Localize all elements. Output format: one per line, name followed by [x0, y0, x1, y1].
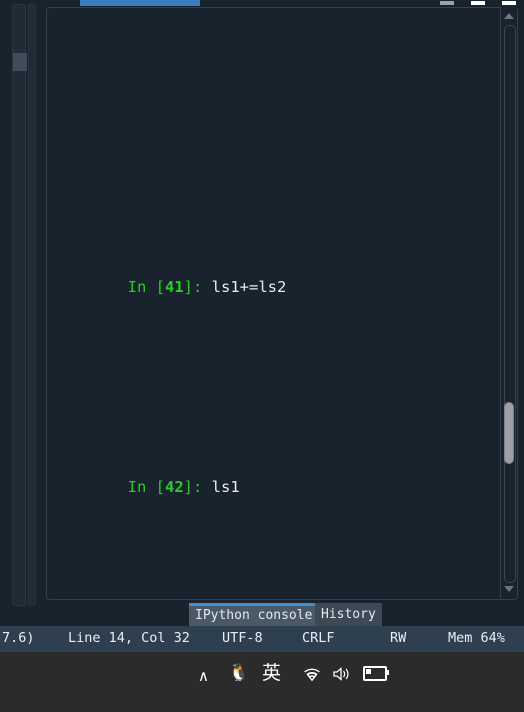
console-line-clipped-top: untitled1.py', wdir='C:/Users/注册'	[53, 88, 493, 97]
status-bar: 7.6) Line 14, Col 32 UTF-8 CRLF RW Mem 6…	[0, 626, 524, 652]
in-prompt-number: 41	[164, 278, 184, 296]
in-prompt-number: 42	[164, 478, 184, 496]
in-code: ls1	[211, 478, 240, 496]
wifi-icon[interactable]	[302, 666, 322, 687]
show-hidden-icons-icon[interactable]: ∧	[198, 666, 209, 686]
tab-ipython-console[interactable]: IPython console	[189, 603, 319, 626]
out-prompt-suffix: ]:	[184, 598, 212, 599]
console-line-in-42: In [42]: ls1	[53, 457, 493, 517]
editor-tab-accent[interactable]	[80, 0, 200, 6]
status-eol[interactable]: CRLF	[302, 630, 335, 646]
in-code: ls1+=ls2	[211, 278, 287, 296]
out-value: [1, 2, 3, 4, 5, 6, 7, 8, 9, 10]	[53, 598, 483, 599]
close-button[interactable]	[502, 1, 516, 5]
battery-glyph	[363, 666, 389, 681]
collapsed-pane-inner[interactable]	[28, 4, 36, 606]
status-permission: RW	[390, 630, 407, 646]
spyder-window: untitled1.py', wdir='C:/Users/注册' In [41…	[0, 0, 524, 712]
maximize-button[interactable]	[471, 1, 485, 5]
scroll-up-icon[interactable]	[504, 13, 514, 19]
collapsed-pane-outer[interactable]	[12, 4, 27, 606]
pane-splitter-handle[interactable]	[13, 53, 27, 71]
scrollbar-thumb[interactable]	[504, 402, 514, 464]
tab-history[interactable]: History	[315, 603, 382, 626]
in-prompt: In [	[127, 478, 165, 496]
battery-icon[interactable]	[363, 666, 389, 686]
out-prompt-number: 42	[165, 598, 184, 599]
scroll-down-icon[interactable]	[504, 586, 514, 592]
window-controls	[0, 0, 524, 7]
minimize-button[interactable]	[440, 1, 454, 5]
wifi-glyph	[304, 668, 320, 682]
scrollbar-track[interactable]	[504, 25, 516, 583]
in-prompt: In [	[127, 278, 165, 296]
console-tabbar: IPython console History	[0, 603, 524, 626]
status-version: 7.6)	[2, 630, 35, 646]
left-pane-gutter	[0, 0, 42, 626]
volume-icon[interactable]	[332, 666, 352, 687]
status-memory: Mem 64%	[448, 630, 505, 646]
qq-icon[interactable]: 🐧	[228, 663, 249, 683]
status-cursor[interactable]: Line 14, Col 32	[68, 630, 190, 646]
ipython-console[interactable]: untitled1.py', wdir='C:/Users/注册' In [41…	[46, 7, 518, 600]
console-scrollbar[interactable]	[500, 7, 517, 598]
ime-icon[interactable]: 英	[262, 663, 281, 683]
in-prompt-suffix: ]:	[183, 278, 212, 296]
windows-taskbar: ∧ 🐧 英	[0, 652, 524, 712]
console-line-out-42: Out[42]: [1, 2, 3, 4, 5, 6, 7, 8, 9, 10]	[53, 577, 493, 599]
status-encoding[interactable]: UTF-8	[222, 630, 263, 646]
console-line-in-41: In [41]: ls1+=ls2	[53, 257, 493, 317]
console-output[interactable]: untitled1.py', wdir='C:/Users/注册' In [41…	[47, 8, 499, 599]
volume-glyph	[333, 667, 349, 681]
out-prompt: Out[	[128, 598, 165, 599]
in-prompt-suffix: ]:	[183, 478, 212, 496]
